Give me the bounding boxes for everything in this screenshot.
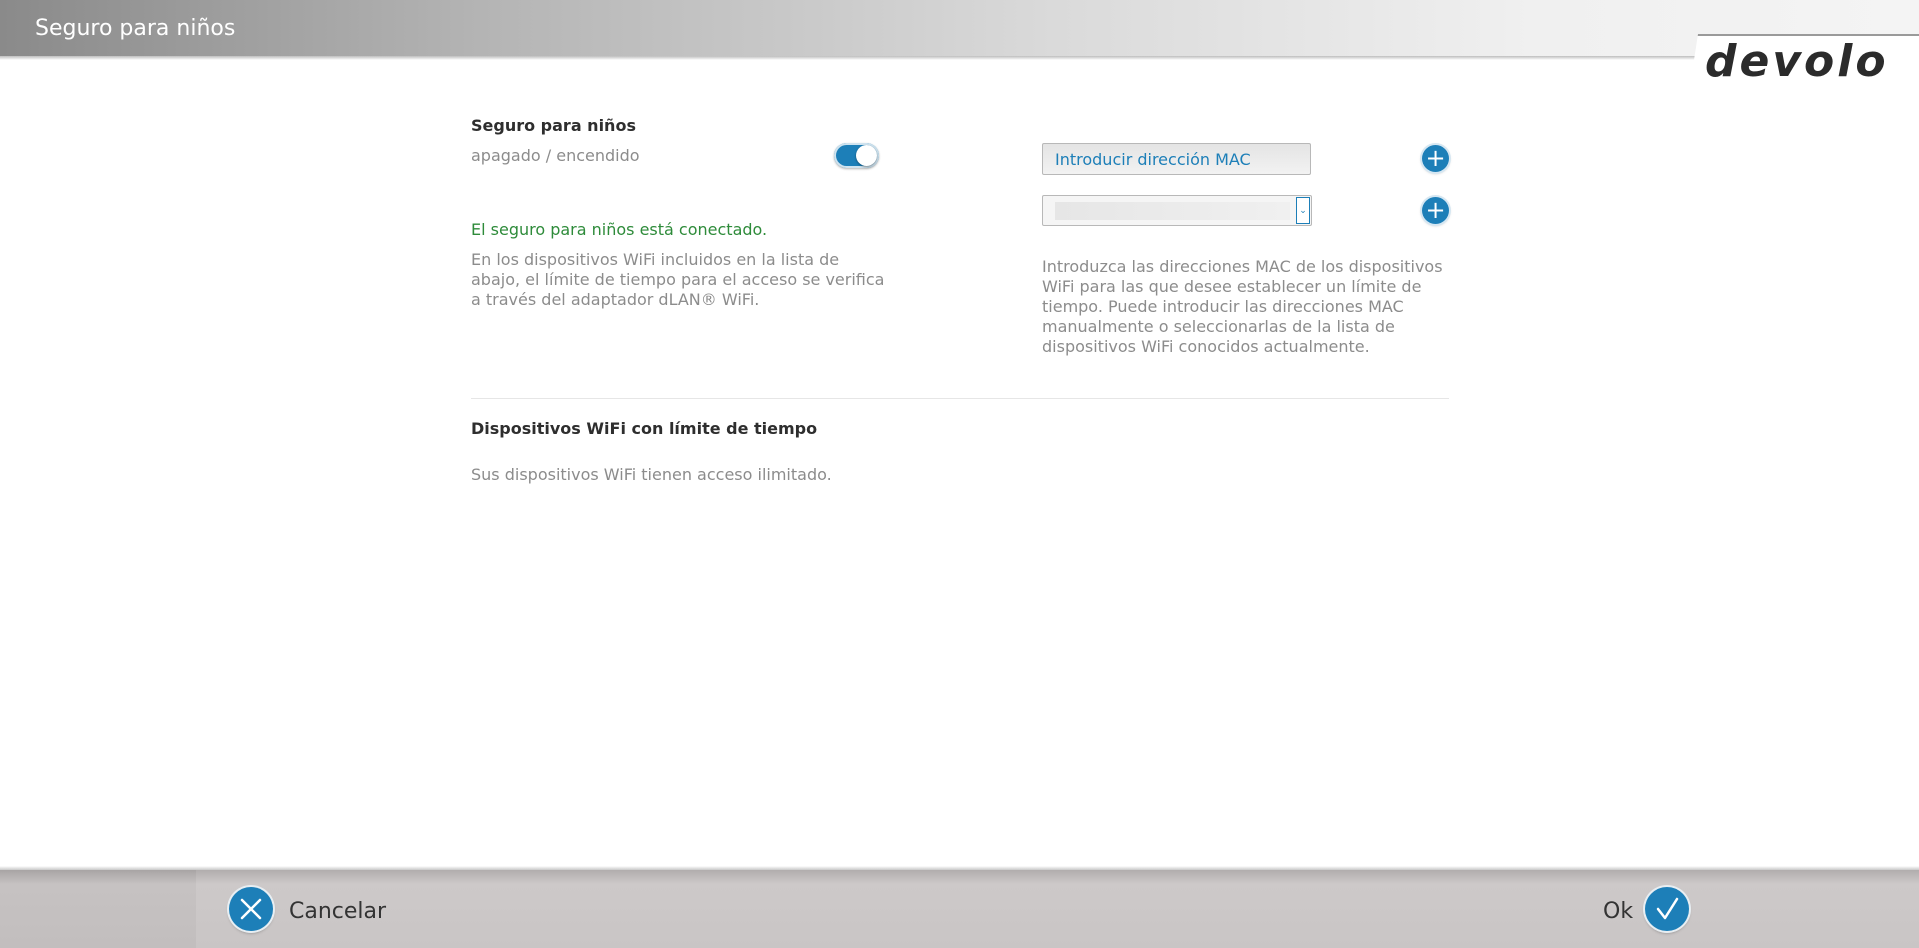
child-lock-status: El seguro para niños está conectado. [471, 220, 768, 239]
child-lock-toggle[interactable] [834, 143, 879, 168]
cancel-label[interactable]: Cancelar [289, 899, 386, 924]
title-bar: Seguro para niños [0, 0, 1919, 60]
cancel-button[interactable] [229, 887, 273, 931]
section-divider [471, 398, 1449, 399]
select-value [1055, 202, 1290, 220]
checkmark-icon [1656, 897, 1679, 920]
page-title: Seguro para niños [35, 16, 236, 41]
devolo-logo: devolo [1705, 36, 1889, 87]
add-device-button[interactable]: + [1422, 197, 1449, 224]
wifi-device-select[interactable]: ⌄ [1042, 195, 1312, 226]
ok-label[interactable]: Ok [1603, 899, 1633, 924]
footer-bar: Cancelar Ok [0, 866, 1919, 948]
toggle-label: apagado / encendido [471, 146, 640, 165]
plus-icon: + [1425, 144, 1446, 172]
mac-description: Introduzca las direcciones MAC de los di… [1042, 257, 1443, 356]
plus-icon: + [1425, 196, 1446, 224]
devices-title: Dispositivos WiFi con límite de tiempo [471, 419, 818, 438]
chevron-down-icon[interactable]: ⌄ [1296, 197, 1310, 224]
devices-empty-text: Sus dispositivos WiFi tienen acceso ilim… [471, 465, 832, 484]
close-icon [240, 898, 262, 920]
ok-button[interactable] [1645, 887, 1689, 931]
child-lock-description: En los dispositivos WiFi incluidos en la… [471, 250, 885, 309]
child-lock-title: Seguro para niños [471, 116, 636, 135]
mac-address-input[interactable] [1042, 143, 1311, 175]
toggle-knob [856, 145, 877, 166]
add-mac-button[interactable]: + [1422, 145, 1449, 172]
